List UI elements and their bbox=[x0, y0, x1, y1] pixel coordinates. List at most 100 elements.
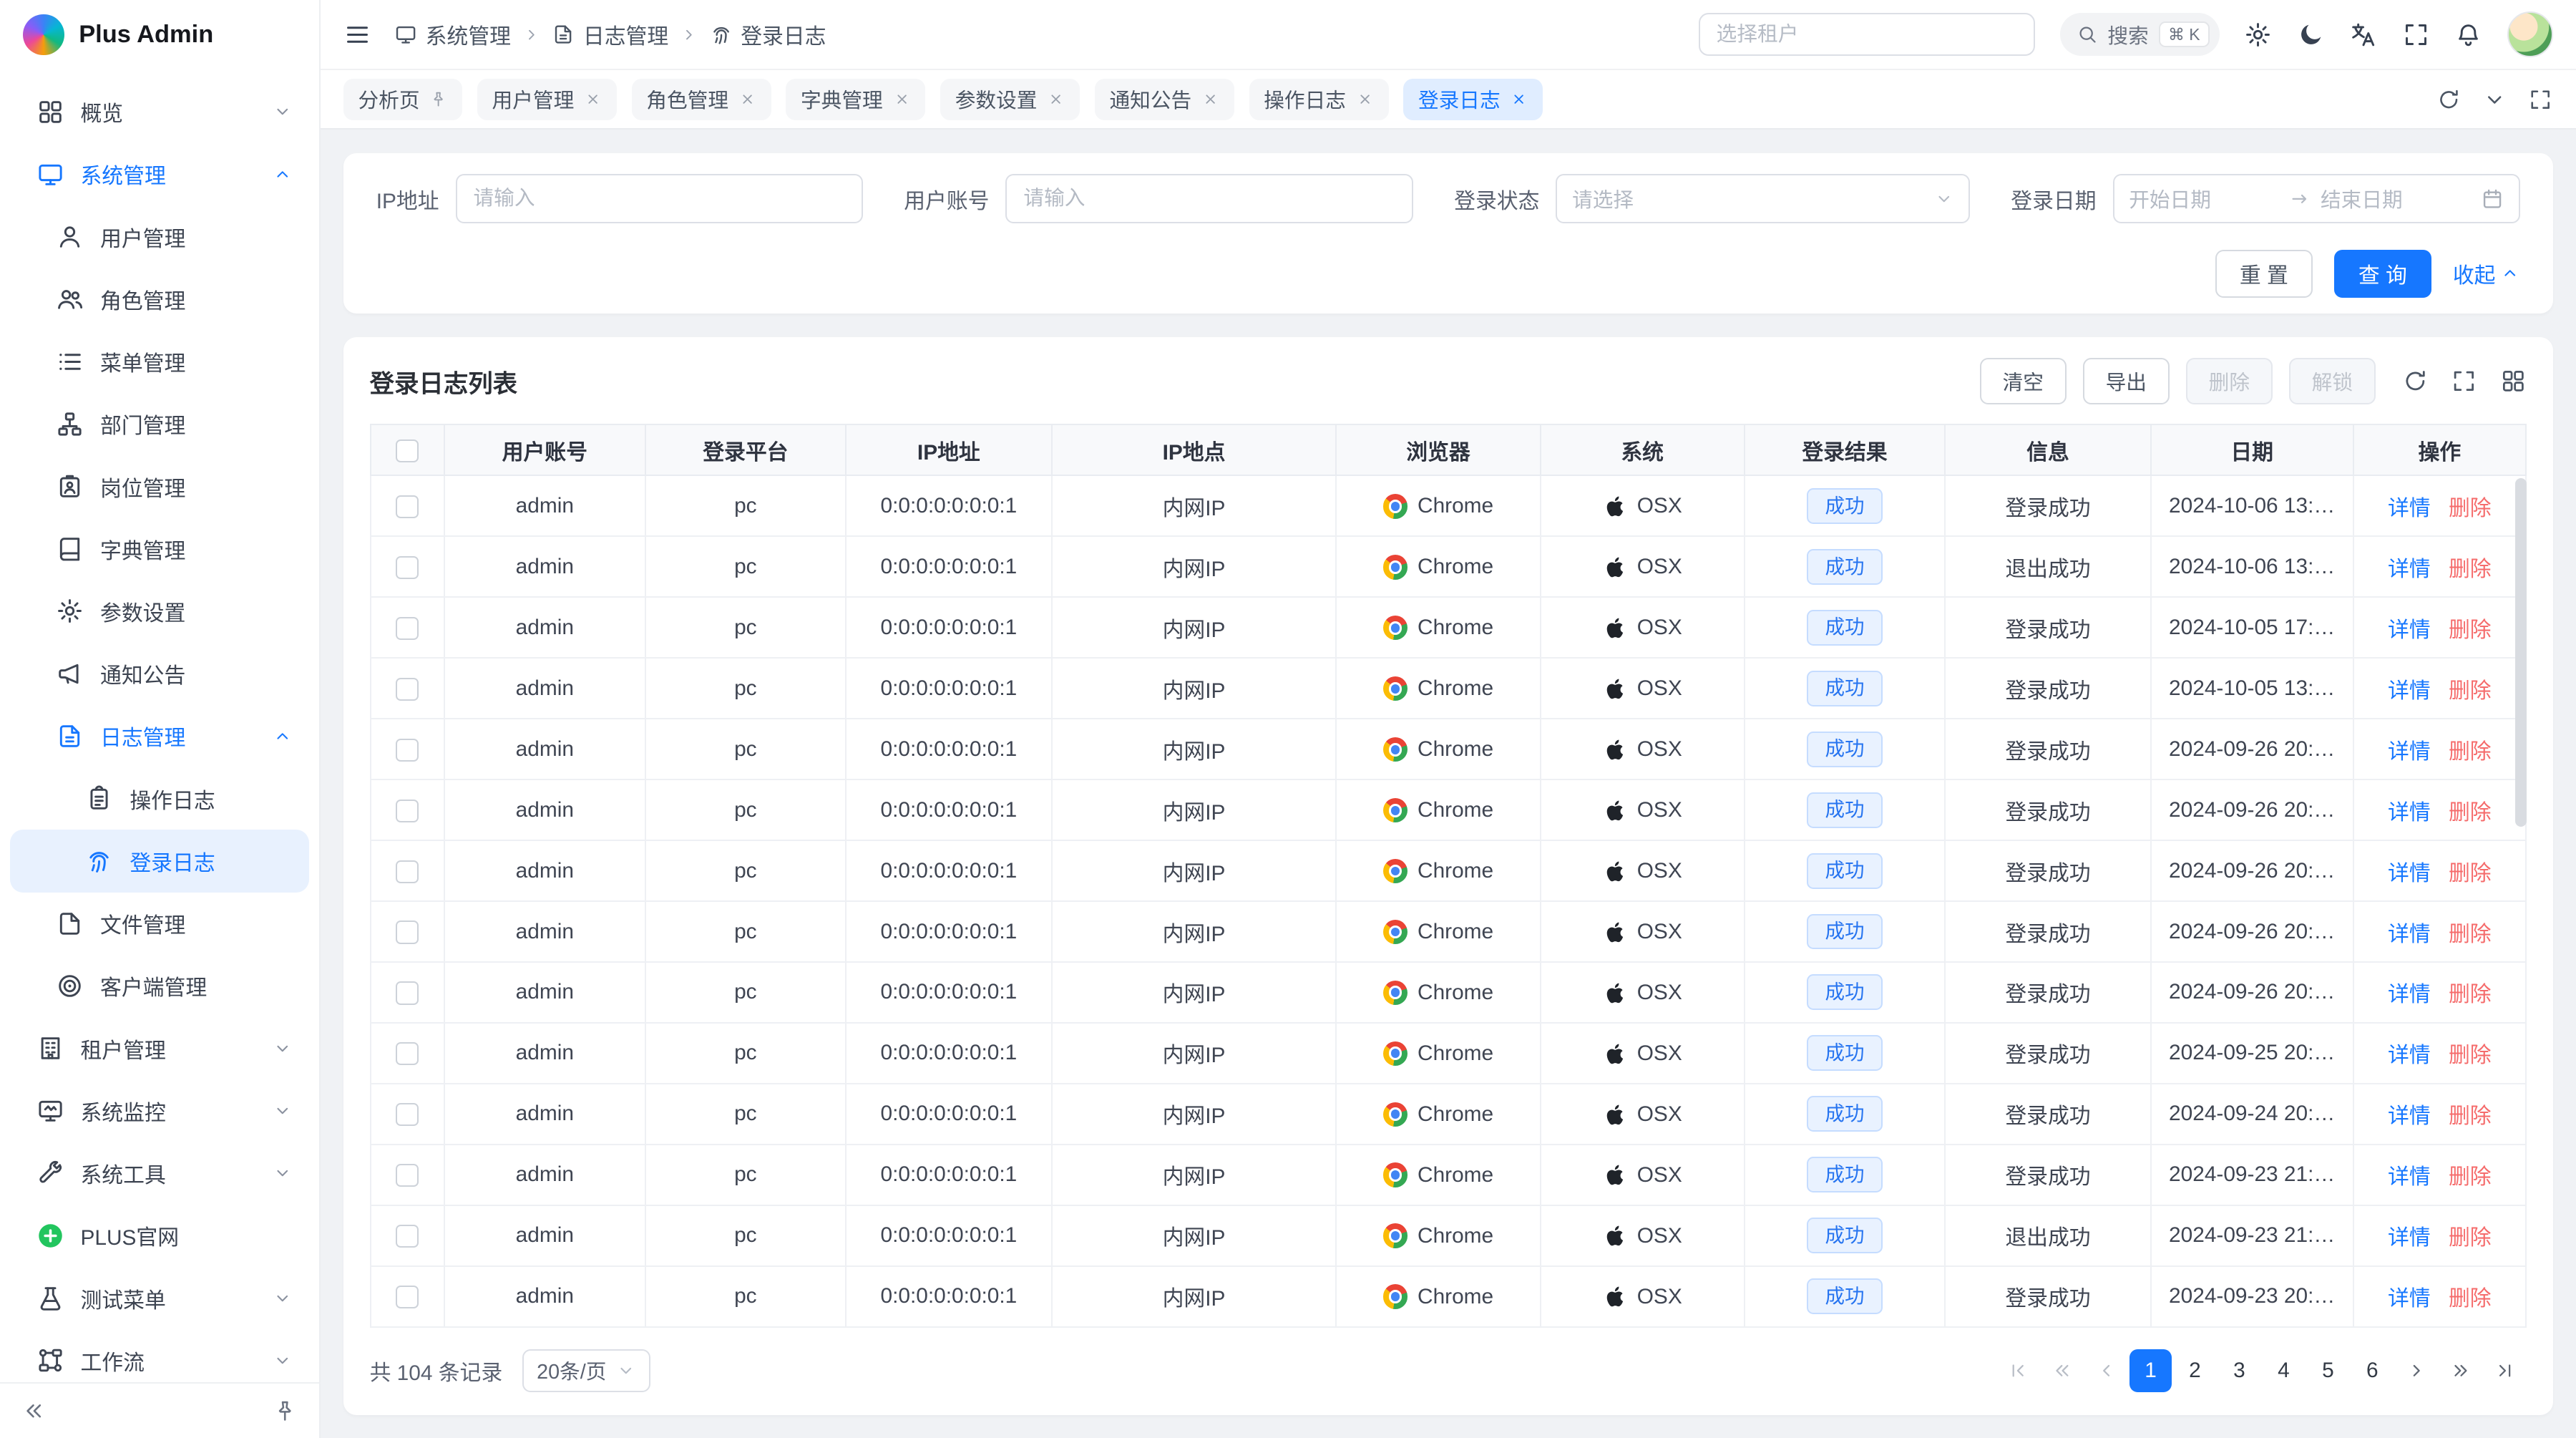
translate-icon[interactable] bbox=[2349, 21, 2377, 49]
toolbar-button[interactable]: 清空 bbox=[1980, 358, 2067, 404]
detail-link[interactable]: 详情 bbox=[2388, 558, 2431, 581]
detail-link[interactable]: 详情 bbox=[2388, 679, 2431, 703]
sidebar-item[interactable]: 系统监控 bbox=[10, 1079, 309, 1142]
row-checkbox[interactable] bbox=[396, 556, 419, 579]
sidebar-item[interactable]: 参数设置 bbox=[10, 580, 309, 642]
sidebar-item[interactable]: 角色管理 bbox=[10, 268, 309, 330]
delete-link[interactable]: 删除 bbox=[2449, 1226, 2492, 1250]
scrollbar-thumb[interactable] bbox=[2515, 478, 2527, 827]
row-checkbox[interactable] bbox=[396, 739, 419, 762]
date-range-picker[interactable]: 开始日期 结束日期 bbox=[2113, 174, 2520, 223]
detail-link[interactable]: 详情 bbox=[2388, 983, 2431, 1006]
tab[interactable]: 通知公告 bbox=[1095, 79, 1234, 120]
tenant-select-input[interactable] bbox=[1699, 13, 2036, 56]
sidebar-item[interactable]: 工作流 bbox=[10, 1329, 309, 1382]
column-header[interactable]: IP地址 bbox=[846, 424, 1051, 475]
detail-link[interactable]: 详情 bbox=[2388, 1165, 2431, 1189]
detail-link[interactable]: 详情 bbox=[2388, 923, 2431, 946]
page-button[interactable] bbox=[2395, 1349, 2438, 1392]
delete-link[interactable]: 删除 bbox=[2449, 1287, 2492, 1311]
detail-link[interactable]: 详情 bbox=[2388, 801, 2431, 825]
account-input[interactable] bbox=[1005, 174, 1413, 223]
refresh-icon[interactable] bbox=[2436, 87, 2461, 112]
row-checkbox[interactable] bbox=[396, 860, 419, 883]
toolbar-button[interactable]: 删除 bbox=[2186, 358, 2273, 404]
row-checkbox[interactable] bbox=[396, 1225, 419, 1248]
refresh-icon[interactable] bbox=[2402, 368, 2429, 394]
collapse-filters-link[interactable]: 收起 bbox=[2453, 258, 2520, 289]
pin-icon[interactable] bbox=[429, 90, 447, 108]
column-header[interactable]: 操作 bbox=[2353, 424, 2527, 475]
page-button[interactable]: 1 bbox=[2129, 1349, 2172, 1392]
close-icon[interactable] bbox=[1047, 90, 1065, 108]
delete-link[interactable]: 删除 bbox=[2449, 740, 2492, 764]
page-button[interactable] bbox=[2041, 1349, 2084, 1392]
delete-link[interactable]: 删除 bbox=[2449, 618, 2492, 642]
user-avatar[interactable] bbox=[2507, 11, 2553, 57]
close-icon[interactable] bbox=[738, 90, 756, 108]
row-checkbox[interactable] bbox=[396, 800, 419, 822]
row-checkbox[interactable] bbox=[396, 920, 419, 943]
detail-link[interactable]: 详情 bbox=[2388, 740, 2431, 764]
page-button[interactable]: 2 bbox=[2174, 1349, 2217, 1392]
sidebar-item[interactable]: 部门管理 bbox=[10, 393, 309, 455]
column-header[interactable]: 用户账号 bbox=[444, 424, 645, 475]
row-checkbox[interactable] bbox=[396, 678, 419, 701]
delete-link[interactable]: 删除 bbox=[2449, 558, 2492, 581]
detail-link[interactable]: 详情 bbox=[2388, 497, 2431, 520]
column-header[interactable]: IP地点 bbox=[1052, 424, 1337, 475]
close-icon[interactable] bbox=[1356, 90, 1374, 108]
detail-link[interactable]: 详情 bbox=[2388, 618, 2431, 642]
row-checkbox[interactable] bbox=[396, 1286, 419, 1308]
close-icon[interactable] bbox=[584, 90, 602, 108]
menu-toggle-icon[interactable] bbox=[343, 21, 371, 49]
column-header[interactable]: 日期 bbox=[2151, 424, 2353, 475]
delete-link[interactable]: 删除 bbox=[2449, 862, 2492, 885]
column-header[interactable]: 登录平台 bbox=[645, 424, 847, 475]
select-all-checkbox[interactable] bbox=[396, 439, 419, 462]
tab[interactable]: 登录日志 bbox=[1403, 79, 1543, 120]
gear-icon[interactable] bbox=[2244, 21, 2272, 49]
sidebar-item[interactable]: 测试菜单 bbox=[10, 1267, 309, 1329]
ip-input[interactable] bbox=[456, 174, 863, 223]
breadcrumb-item[interactable]: 日志管理 bbox=[552, 19, 668, 50]
tab[interactable]: 参数设置 bbox=[940, 79, 1080, 120]
sidebar-item[interactable]: 系统管理 bbox=[10, 143, 309, 205]
page-size-select[interactable]: 20条/页 bbox=[522, 1349, 650, 1392]
sidebar-item[interactable]: 客户端管理 bbox=[10, 955, 309, 1017]
detail-link[interactable]: 详情 bbox=[2388, 1104, 2431, 1128]
collapse-sidebar-icon[interactable] bbox=[21, 1399, 46, 1423]
sidebar-item[interactable]: 菜单管理 bbox=[10, 330, 309, 392]
row-checkbox[interactable] bbox=[396, 1164, 419, 1187]
moon-icon[interactable] bbox=[2297, 21, 2325, 49]
expand-icon[interactable] bbox=[2451, 368, 2477, 394]
toolbar-button[interactable]: 导出 bbox=[2083, 358, 2170, 404]
grid-icon[interactable] bbox=[2500, 368, 2527, 394]
sidebar-item[interactable]: 日志管理 bbox=[10, 705, 309, 767]
sidebar-item[interactable]: 租户管理 bbox=[10, 1017, 309, 1079]
column-header[interactable]: 信息 bbox=[1945, 424, 2150, 475]
sidebar-item[interactable]: 通知公告 bbox=[10, 643, 309, 705]
page-button[interactable] bbox=[2085, 1349, 2128, 1392]
close-icon[interactable] bbox=[1201, 90, 1219, 108]
detail-link[interactable]: 详情 bbox=[2388, 1287, 2431, 1311]
delete-link[interactable]: 删除 bbox=[2449, 1104, 2492, 1128]
breadcrumb-item[interactable]: 登录日志 bbox=[710, 19, 826, 50]
column-header[interactable]: 浏览器 bbox=[1336, 424, 1540, 475]
delete-link[interactable]: 删除 bbox=[2449, 1165, 2492, 1189]
page-button[interactable] bbox=[2439, 1349, 2482, 1392]
sidebar-item[interactable]: 用户管理 bbox=[10, 205, 309, 268]
logo[interactable]: Plus Admin bbox=[0, 0, 319, 69]
delete-link[interactable]: 删除 bbox=[2449, 801, 2492, 825]
row-checkbox[interactable] bbox=[396, 495, 419, 518]
page-button[interactable]: 4 bbox=[2263, 1349, 2306, 1392]
expand-icon[interactable] bbox=[2528, 87, 2552, 112]
query-button[interactable]: 查 询 bbox=[2334, 250, 2431, 298]
sidebar-item[interactable]: 登录日志 bbox=[10, 830, 309, 892]
sidebar-item[interactable]: 操作日志 bbox=[10, 767, 309, 830]
delete-link[interactable]: 删除 bbox=[2449, 983, 2492, 1006]
status-select[interactable]: 请选择 bbox=[1556, 174, 1970, 223]
delete-link[interactable]: 删除 bbox=[2449, 679, 2492, 703]
pin-sidebar-icon[interactable] bbox=[273, 1399, 297, 1423]
global-search[interactable]: 搜索 ⌘ K bbox=[2060, 13, 2220, 56]
